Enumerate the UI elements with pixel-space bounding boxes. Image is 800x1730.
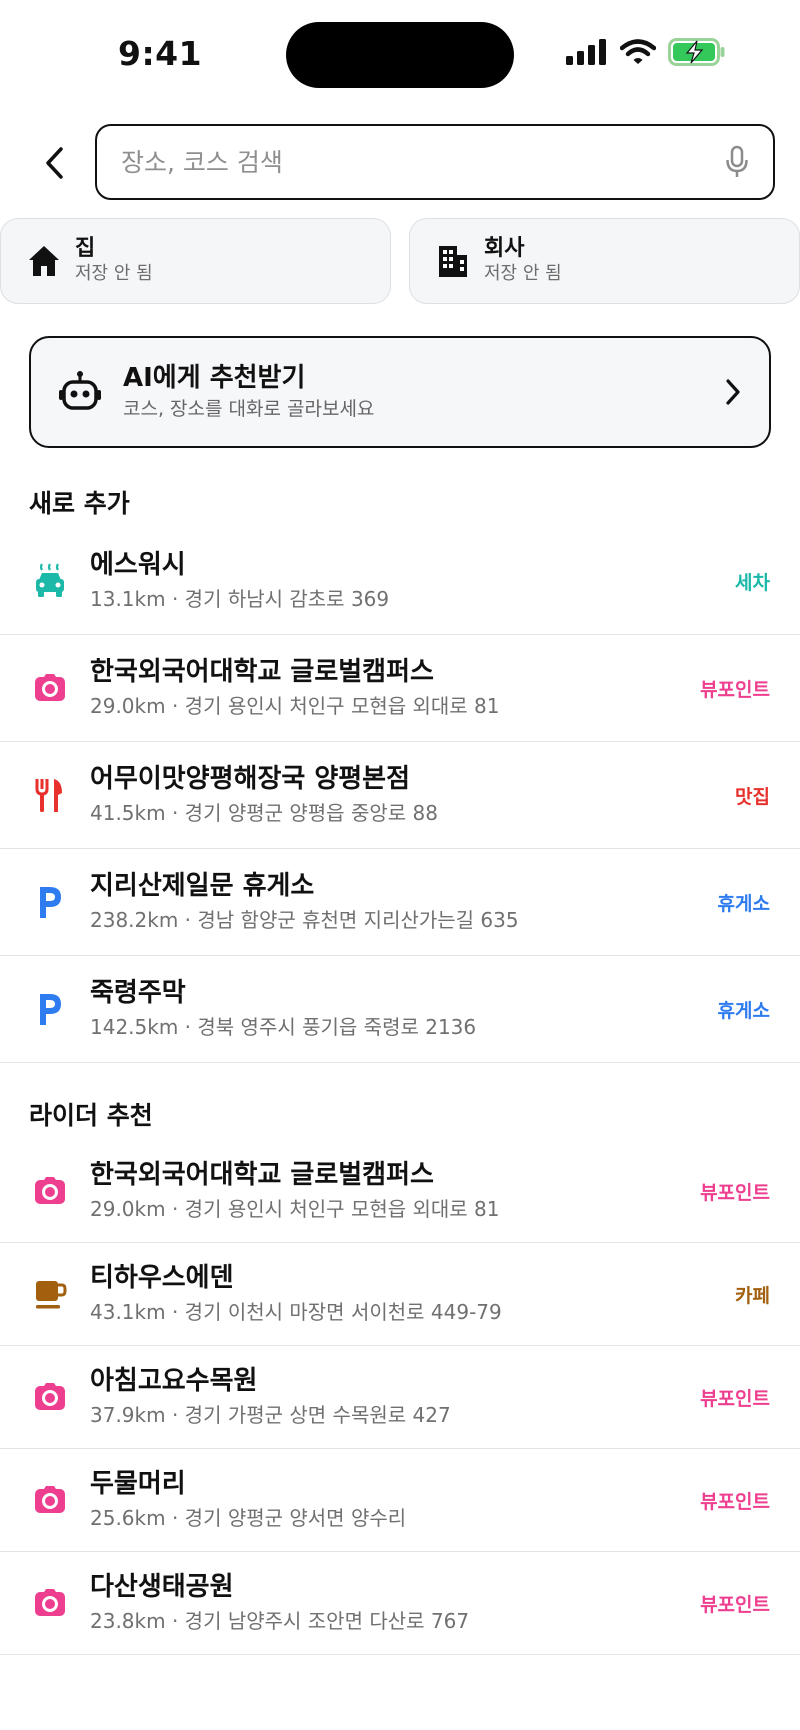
item-meta: 29.0km · 경기 용인시 처인구 모현읍 외대로 81	[90, 1197, 500, 1221]
new-places-list: 에스워시 13.1km · 경기 하남시 감초로 369 세차 한국외국어대학교…	[0, 528, 800, 1063]
item-name: 죽령주막	[90, 978, 186, 1008]
item-name: 두물머리	[90, 1469, 186, 1499]
item-name: 지리산제일문 휴게소	[90, 871, 315, 901]
category-tag: 뷰포인트	[700, 1490, 770, 1513]
search-box[interactable]	[95, 124, 775, 200]
list-item[interactable]: 죽령주막 142.5km · 경북 영주시 풍기읍 죽령로 2136 휴게소	[0, 956, 800, 1063]
item-name: 한국외국어대학교 글로벌캠퍼스	[90, 1160, 434, 1190]
camera-icon	[32, 1173, 68, 1209]
parking-icon	[32, 884, 68, 920]
item-meta: 29.0km · 경기 용인시 처인구 모현읍 외대로 81	[90, 694, 500, 718]
item-name: 다산생태공원	[90, 1572, 234, 1602]
item-text: 다산생태공원 23.8km · 경기 남양주시 조안면 다산로 767	[90, 1570, 700, 1636]
camera-icon	[32, 1379, 68, 1415]
shortcut-home[interactable]: 집 저장 안 됨	[0, 218, 391, 304]
wifi-icon	[620, 39, 656, 64]
item-text: 두물머리 25.6km · 경기 양평군 양서면 양수리	[90, 1467, 700, 1533]
category-tag: 휴게소	[717, 999, 770, 1022]
item-meta: 13.1km · 경기 하남시 감초로 369	[90, 587, 390, 611]
status-bar: 9:41	[0, 0, 800, 100]
section-title-new: 새로 추가	[29, 489, 130, 518]
shortcut-home-text: 집 저장 안 됨	[75, 236, 153, 286]
shortcut-subtitle: 저장 안 됨	[484, 263, 562, 284]
chevron-left-icon	[46, 147, 63, 179]
item-text: 에스워시 13.1km · 경기 하남시 감초로 369	[90, 548, 735, 614]
back-button[interactable]	[36, 138, 72, 188]
item-text: 아침고요수목원 37.9km · 경기 가평군 상면 수목원로 427	[90, 1364, 700, 1430]
item-text: 티하우스에덴 43.1km · 경기 이천시 마장면 서이천로 449-79	[90, 1261, 735, 1327]
list-item[interactable]: 한국외국어대학교 글로벌캠퍼스 29.0km · 경기 용인시 처인구 모현읍 …	[0, 635, 800, 742]
list-item[interactable]: 에스워시 13.1km · 경기 하남시 감초로 369 세차	[0, 528, 800, 635]
category-tag: 뷰포인트	[700, 1387, 770, 1410]
list-item[interactable]: 티하우스에덴 43.1km · 경기 이천시 마장면 서이천로 449-79 카…	[0, 1243, 800, 1346]
shortcut-subtitle: 저장 안 됨	[75, 263, 153, 284]
category-tag: 뷰포인트	[700, 678, 770, 701]
item-meta: 43.1km · 경기 이천시 마장면 서이천로 449-79	[90, 1300, 502, 1324]
microphone-icon	[726, 145, 748, 177]
shortcut-work-text: 회사 저장 안 됨	[484, 236, 562, 286]
camera-icon	[32, 1482, 68, 1518]
item-meta: 23.8km · 경기 남양주시 조안면 다산로 767	[90, 1609, 470, 1633]
status-time: 9:41	[118, 34, 203, 73]
item-meta: 37.9km · 경기 가평군 상면 수목원로 427	[90, 1403, 451, 1427]
shortcut-work[interactable]: 회사 저장 안 됨	[409, 218, 800, 304]
item-text: 한국외국어대학교 글로벌캠퍼스 29.0km · 경기 용인시 처인구 모현읍 …	[90, 1158, 700, 1224]
camera-icon	[32, 1585, 68, 1621]
ai-card-subtitle: 코스, 장소를 대화로 골라보세요	[123, 398, 375, 420]
category-tag: 맛집	[735, 785, 770, 808]
ai-recommend-card[interactable]: AI에게 추천받기 코스, 장소를 대화로 골라보세요	[29, 336, 771, 448]
list-item[interactable]: 아침고요수목원 37.9km · 경기 가평군 상면 수목원로 427 뷰포인트	[0, 1346, 800, 1449]
battery-icon	[668, 38, 725, 66]
item-name: 티하우스에덴	[90, 1263, 234, 1293]
list-item[interactable]: 다산생태공원 23.8km · 경기 남양주시 조안면 다산로 767 뷰포인트	[0, 1552, 800, 1655]
item-text: 지리산제일문 휴게소 238.2km · 경남 함양군 휴천면 지리산가는길 6…	[90, 869, 718, 935]
list-item[interactable]: 어무이맛양평해장국 양평본점 41.5km · 경기 양평군 양평읍 중앙로 8…	[0, 742, 800, 849]
ai-card-text: AI에게 추천받기 코스, 장소를 대화로 골라보세요	[123, 361, 721, 423]
list-item[interactable]: 지리산제일문 휴게소 238.2km · 경남 함양군 휴천면 지리산가는길 6…	[0, 849, 800, 956]
home-icon	[25, 242, 63, 280]
robot-icon	[57, 369, 103, 415]
category-tag: 뷰포인트	[700, 1593, 770, 1616]
mic-button[interactable]	[723, 144, 751, 180]
shortcut-title: 회사	[484, 236, 525, 261]
item-meta: 41.5km · 경기 양평군 양평읍 중앙로 88	[90, 801, 438, 825]
item-name: 어무이맛양평해장국 양평본점	[90, 764, 411, 794]
ai-card-title: AI에게 추천받기	[123, 363, 306, 393]
list-item[interactable]: 두물머리 25.6km · 경기 양평군 양서면 양수리 뷰포인트	[0, 1449, 800, 1552]
camera-icon	[32, 670, 68, 706]
category-tag: 뷰포인트	[700, 1181, 770, 1204]
category-tag: 카페	[735, 1284, 770, 1307]
item-name: 에스워시	[90, 550, 186, 580]
restaurant-icon	[32, 777, 68, 813]
list-item[interactable]: 한국외국어대학교 글로벌캠퍼스 29.0km · 경기 용인시 처인구 모현읍 …	[0, 1140, 800, 1243]
rider-recommend-list: 한국외국어대학교 글로벌캠퍼스 29.0km · 경기 용인시 처인구 모현읍 …	[0, 1140, 800, 1655]
parking-icon	[32, 991, 68, 1027]
section-title-rider: 라이더 추천	[29, 1101, 153, 1130]
chevron-right-icon	[721, 375, 745, 409]
item-meta: 25.6km · 경기 양평군 양서면 양수리	[90, 1506, 407, 1530]
item-name: 한국외국어대학교 글로벌캠퍼스	[90, 657, 434, 687]
dynamic-island	[286, 22, 514, 88]
category-tag: 세차	[735, 571, 770, 594]
item-text: 한국외국어대학교 글로벌캠퍼스 29.0km · 경기 용인시 처인구 모현읍 …	[90, 655, 700, 721]
shortcut-title: 집	[75, 236, 96, 261]
signal-icon	[566, 39, 606, 65]
item-text: 어무이맛양평해장국 양평본점 41.5km · 경기 양평군 양평읍 중앙로 8…	[90, 762, 735, 828]
carwash-icon	[32, 563, 68, 599]
item-name: 아침고요수목원	[90, 1366, 258, 1396]
category-tag: 휴게소	[717, 892, 770, 915]
coffee-icon	[32, 1276, 68, 1312]
building-icon	[434, 242, 472, 280]
status-icons	[566, 38, 726, 66]
item-meta: 238.2km · 경남 함양군 휴천면 지리산가는길 635	[90, 908, 519, 932]
search-input[interactable]	[119, 146, 723, 178]
item-meta: 142.5km · 경북 영주시 풍기읍 죽령로 2136	[90, 1015, 477, 1039]
item-text: 죽령주막 142.5km · 경북 영주시 풍기읍 죽령로 2136	[90, 976, 718, 1042]
